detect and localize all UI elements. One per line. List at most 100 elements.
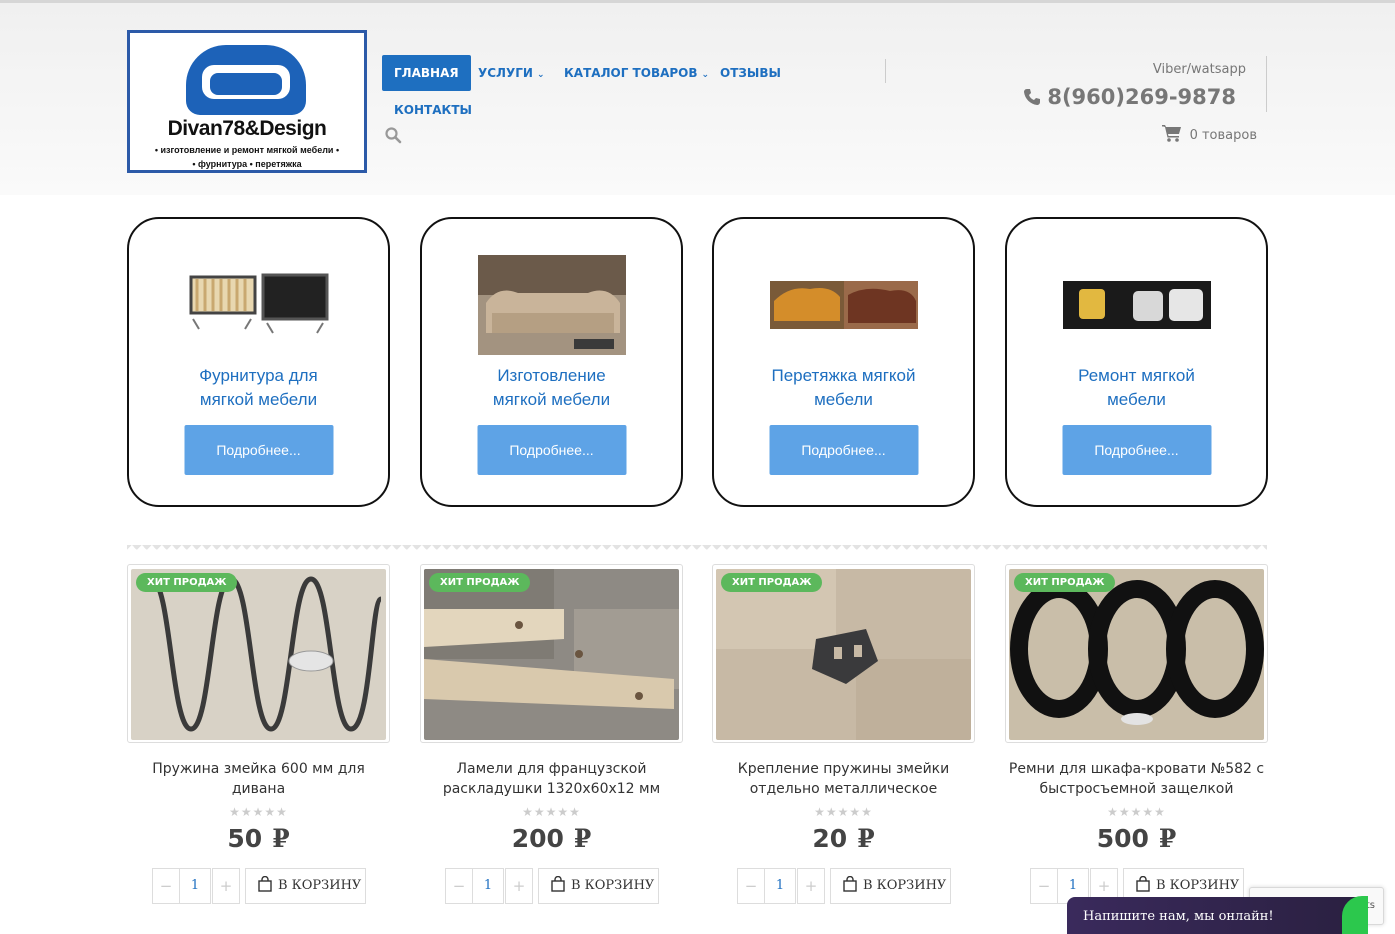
category-card-furniture: Фурнитура для мягкой мебели Подробнее...	[127, 217, 390, 507]
product-image	[716, 569, 971, 740]
price-value: 50	[227, 824, 263, 853]
qty-input[interactable]: 1	[472, 868, 504, 904]
qty-minus-button[interactable]: −	[737, 868, 765, 904]
qty-minus-button[interactable]: −	[445, 868, 473, 904]
price-value: 20	[812, 824, 848, 853]
add-to-cart-button[interactable]: В КОРЗИНУ	[830, 868, 951, 904]
nav-label: КОНТАКТЫ	[394, 103, 472, 117]
product-price: 20 ₽	[712, 824, 975, 853]
zigzag-divider	[127, 545, 1267, 555]
nav-label: ОТЗЫВЫ	[720, 66, 781, 80]
category-title[interactable]: Перетяжка мягкой мебели	[714, 364, 973, 412]
qty-plus-button[interactable]: +	[212, 868, 240, 904]
add-to-cart-label: В КОРЗИНУ	[1156, 878, 1240, 893]
site-logo[interactable]: Divan78&Design • изготовление и ремонт м…	[127, 30, 367, 173]
qty-plus-button[interactable]: +	[797, 868, 825, 904]
nav-item-services[interactable]: УСЛУГИ ⌄	[466, 55, 557, 91]
chat-widget[interactable]: Напишите нам, мы онлайн!	[1067, 897, 1367, 934]
category-title-line: мебели	[814, 390, 873, 409]
nav-item-reviews[interactable]: ОТЗЫВЫ	[708, 55, 793, 91]
cart-count: 0 товаров	[1189, 128, 1257, 143]
rating-stars: ★★★★★	[522, 805, 581, 819]
phone-icon	[1024, 89, 1041, 105]
qty-input[interactable]: 1	[179, 868, 211, 904]
logo-tagline-2: • фурнитура • перетяжка	[192, 159, 302, 169]
category-image	[477, 255, 626, 355]
product-title[interactable]: Крепление пружины змейки отдельно металл…	[712, 759, 975, 799]
product-image	[1009, 569, 1264, 740]
category-title-line: Перетяжка мягкой	[771, 366, 916, 385]
logo-name: Divan78&Design	[167, 117, 327, 140]
add-to-cart-label: В КОРЗИНУ	[278, 878, 362, 893]
shopping-bag-icon	[1136, 876, 1150, 892]
nav-label: УСЛУГИ	[478, 66, 533, 80]
qty-input[interactable]: 1	[764, 868, 796, 904]
rating-stars: ★★★★★	[814, 805, 873, 819]
hit-badge: ХИТ ПРОДАЖ	[721, 573, 823, 592]
product-card: ХИТ ПРОДАЖ Ламели для французской раскла…	[420, 564, 683, 934]
product-image	[131, 569, 386, 740]
category-card-reupholstery: Перетяжка мягкой мебели Подробнее...	[712, 217, 975, 507]
category-title-line: мебели	[1107, 390, 1166, 409]
product-image-frame[interactable]: ХИТ ПРОДАЖ	[712, 564, 975, 743]
category-image	[769, 281, 918, 329]
currency-symbol: ₽	[857, 824, 875, 853]
product-image-frame[interactable]: ХИТ ПРОДАЖ	[420, 564, 683, 743]
qty-minus-button[interactable]: −	[1030, 868, 1058, 904]
category-title[interactable]: Фурнитура для мягкой мебели	[129, 364, 388, 412]
nav-item-home[interactable]: ГЛАВНАЯ	[382, 55, 471, 91]
add-to-cart-button[interactable]: В КОРЗИНУ	[245, 868, 366, 904]
phone-link[interactable]: 8(960)269-9878	[1023, 85, 1236, 109]
product-title[interactable]: Ламели для французской раскладушки 1320x…	[420, 759, 683, 799]
category-title-line: Ремонт мягкой	[1078, 366, 1195, 385]
chevron-down-icon: ⌄	[536, 70, 545, 80]
qty-plus-button[interactable]: +	[505, 868, 533, 904]
add-to-cart-label: В КОРЗИНУ	[863, 878, 947, 893]
qty-minus-button[interactable]: −	[152, 868, 180, 904]
currency-symbol: ₽	[272, 824, 290, 853]
nav-label: ГЛАВНАЯ	[394, 66, 459, 80]
shopping-bag-icon	[551, 876, 565, 892]
site-header: Divan78&Design • изготовление и ремонт м…	[0, 3, 1395, 195]
add-to-cart-label: В КОРЗИНУ	[571, 878, 655, 893]
category-card-repair: Ремонт мягкой мебели Подробнее...	[1005, 217, 1268, 507]
shopping-bag-icon	[258, 876, 272, 892]
shopping-bag-icon	[843, 876, 857, 892]
product-card: ХИТ ПРОДАЖ Пружина змейка 600 мм для див…	[127, 564, 390, 934]
product-title[interactable]: Ремни для шкафа-кровати №582 с быстросъе…	[1005, 759, 1268, 799]
product-price: 200 ₽	[420, 824, 683, 853]
nav-item-contacts[interactable]: КОНТАКТЫ	[382, 92, 484, 128]
price-value: 500	[1096, 824, 1149, 853]
product-image-frame[interactable]: ХИТ ПРОДАЖ	[127, 564, 390, 743]
hit-badge: ХИТ ПРОДАЖ	[136, 573, 238, 592]
more-button[interactable]: Подробнее...	[769, 425, 918, 475]
chat-label: Напишите нам, мы онлайн!	[1083, 909, 1274, 924]
viber-label: Viber/watsapp	[1152, 62, 1246, 77]
product-card: ХИТ ПРОДАЖ Ремни для шкафа-кровати №582 …	[1005, 564, 1268, 934]
category-title-line: Изготовление	[497, 366, 606, 385]
product-price: 500 ₽	[1005, 824, 1268, 853]
more-button[interactable]: Подробнее...	[1062, 425, 1211, 475]
category-title-line: Фурнитура для	[199, 366, 318, 385]
cart-icon	[1161, 125, 1181, 142]
rating-stars: ★★★★★	[1107, 805, 1166, 819]
more-button[interactable]: Подробнее...	[184, 425, 333, 475]
product-title[interactable]: Пружина змейка 600 мм для дивана	[127, 759, 390, 799]
add-to-cart-button[interactable]: В КОРЗИНУ	[538, 868, 659, 904]
hit-badge: ХИТ ПРОДАЖ	[1014, 573, 1116, 592]
currency-symbol: ₽	[573, 824, 592, 853]
category-title-line: мягкой мебели	[492, 390, 611, 409]
category-title[interactable]: Изготовление мягкой мебели	[422, 364, 681, 412]
header-separator	[1266, 56, 1267, 112]
category-card-manufacturing: Изготовление мягкой мебели Подробнее...	[420, 217, 683, 507]
cart-link[interactable]: 0 товаров	[1161, 124, 1257, 143]
category-image	[185, 267, 333, 337]
category-title-line: мягкой мебели	[199, 390, 318, 409]
price-value: 200	[511, 824, 564, 853]
category-title[interactable]: Ремонт мягкой мебели	[1007, 364, 1266, 412]
phone-number: 8(960)269-9878	[1047, 85, 1236, 109]
product-image-frame[interactable]: ХИТ ПРОДАЖ	[1005, 564, 1268, 743]
search-icon[interactable]	[384, 126, 402, 144]
nav-item-catalog[interactable]: КАТАЛОГ ТОВАРОВ ⌄	[552, 55, 721, 91]
more-button[interactable]: Подробнее...	[477, 425, 626, 475]
